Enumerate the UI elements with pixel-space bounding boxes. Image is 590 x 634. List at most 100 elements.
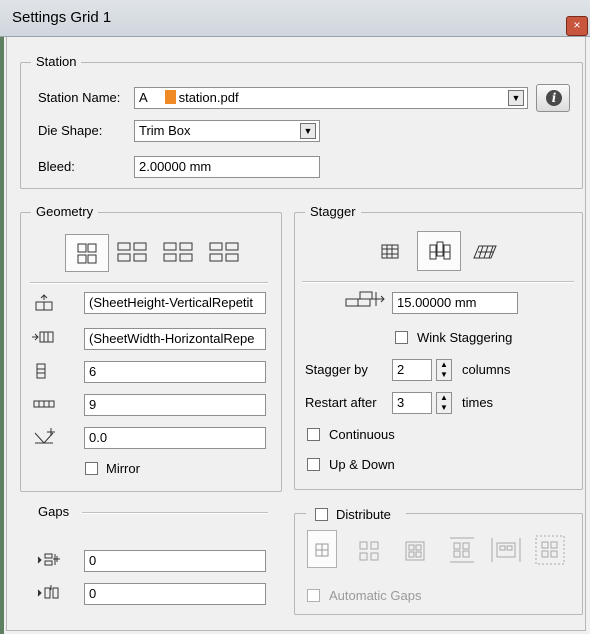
restart-after-label: Restart after bbox=[305, 395, 377, 410]
station-name-label: Station Name: bbox=[38, 90, 121, 105]
stagger-by-value: 2 bbox=[397, 362, 405, 377]
die-shape-value: Trim Box bbox=[139, 123, 191, 138]
up-down-label: Up & Down bbox=[329, 457, 395, 472]
stagger-by-input[interactable]: 2 bbox=[392, 359, 432, 381]
die-shape-label: Die Shape: bbox=[38, 123, 103, 138]
horizontal-gap-input[interactable]: 0 bbox=[84, 550, 266, 572]
stagger-rows-icon bbox=[473, 245, 497, 259]
horizontal-repeat-icon bbox=[31, 330, 55, 347]
automatic-gaps-checkbox[interactable] bbox=[307, 589, 320, 602]
restart-after-spinner[interactable]: ▲ ▼ bbox=[436, 392, 452, 414]
horizontal-repeat-value: (SheetWidth-HorizontalRepe bbox=[89, 331, 255, 346]
columns-value: 9 bbox=[89, 397, 97, 412]
layout-option-3[interactable] bbox=[158, 234, 202, 272]
mirror-label: Mirror bbox=[106, 461, 140, 476]
vertical-repeat-value: (SheetHeight-VerticalRepetit bbox=[89, 295, 254, 310]
stagger-offset-value: 15.00000 mm bbox=[397, 295, 477, 310]
chevron-down-icon: ▼ bbox=[303, 126, 313, 136]
layout-option-4[interactable] bbox=[204, 234, 248, 272]
distribute-label: Distribute bbox=[336, 507, 391, 522]
rows-input[interactable]: 6 bbox=[84, 361, 266, 383]
layout-option-1[interactable] bbox=[65, 234, 109, 272]
up-down-checkbox[interactable] bbox=[307, 458, 320, 471]
gaps-separator bbox=[82, 512, 268, 514]
stagger-by-label: Stagger by bbox=[305, 362, 368, 377]
vertical-repeat-input[interactable]: (SheetHeight-VerticalRepetit bbox=[84, 292, 266, 314]
distribute-all-margins-icon[interactable] bbox=[533, 533, 567, 570]
grid-icon bbox=[381, 244, 399, 259]
stagger-by-unit: columns bbox=[462, 362, 511, 377]
chevron-down-icon: ▼ bbox=[440, 370, 448, 379]
vertical-gap-input[interactable]: 0 bbox=[84, 583, 266, 605]
distribute-vertical-margins-icon[interactable] bbox=[448, 535, 476, 568]
station-file-name: station.pdf bbox=[178, 90, 239, 105]
geometry-separator bbox=[30, 282, 268, 284]
stagger-mode-grid[interactable] bbox=[372, 236, 408, 268]
distribute-grid-icon[interactable] bbox=[404, 540, 426, 565]
chevron-up-icon: ▲ bbox=[440, 360, 448, 369]
chevron-down-icon: ▼ bbox=[511, 93, 521, 103]
layout-2x2-variant-icon bbox=[163, 242, 193, 262]
columns-input[interactable]: 9 bbox=[84, 394, 266, 416]
chevron-down-icon: ▼ bbox=[440, 403, 448, 412]
window-title: Settings Grid 1 bbox=[12, 9, 112, 26]
wink-staggering-label: Wink Staggering bbox=[417, 330, 513, 345]
die-shape-select[interactable]: Trim Box bbox=[134, 120, 320, 142]
stagger-mode-columns[interactable] bbox=[417, 231, 461, 271]
layout-2x2-variant-icon bbox=[117, 242, 147, 262]
die-shape-dropdown-button[interactable]: ▼ bbox=[300, 123, 316, 139]
station-name-dropdown-button[interactable]: ▼ bbox=[508, 90, 524, 106]
distribute-horizontal-margins-icon[interactable] bbox=[489, 535, 523, 568]
close-icon: × bbox=[573, 18, 581, 32]
stagger-mode-rows[interactable] bbox=[466, 236, 502, 268]
bleed-label: Bleed: bbox=[38, 159, 75, 174]
angle-value: 0.0 bbox=[89, 430, 108, 445]
automatic-gaps-label: Automatic Gaps bbox=[329, 588, 422, 603]
columns-icon bbox=[32, 398, 56, 413]
angle-input[interactable]: 0.0 bbox=[84, 427, 266, 449]
pdf-file-icon bbox=[164, 90, 176, 104]
layout-option-2[interactable] bbox=[112, 234, 156, 272]
station-name-select[interactable]: A station.pdf bbox=[134, 87, 528, 109]
angle-icon bbox=[32, 427, 58, 450]
vertical-gap-icon bbox=[36, 584, 68, 605]
distribute-option-1[interactable] bbox=[307, 530, 337, 568]
vertical-repeat-icon bbox=[33, 294, 55, 315]
layout-2x2-icon bbox=[77, 243, 97, 264]
station-legend: Station bbox=[31, 54, 82, 70]
continuous-checkbox[interactable] bbox=[307, 428, 320, 441]
stagger-legend: Stagger bbox=[305, 204, 361, 220]
geometry-legend: Geometry bbox=[31, 204, 99, 220]
stagger-offset-icon bbox=[344, 290, 390, 313]
layout-2x2-variant-icon bbox=[209, 242, 239, 262]
station-name-value: A bbox=[139, 90, 147, 105]
vertical-gap-value: 0 bbox=[89, 586, 97, 601]
stagger-by-spinner[interactable]: ▲ ▼ bbox=[436, 359, 452, 381]
gaps-label: Gaps bbox=[38, 504, 70, 519]
stagger-columns-icon bbox=[429, 241, 451, 260]
horizontal-gap-icon bbox=[36, 551, 68, 572]
info-icon: i bbox=[546, 90, 562, 106]
restart-after-value: 3 bbox=[397, 395, 405, 410]
restart-after-unit: times bbox=[462, 395, 494, 410]
continuous-label: Continuous bbox=[329, 427, 395, 442]
info-button[interactable]: i bbox=[536, 84, 570, 112]
stagger-separator bbox=[302, 281, 574, 283]
bleed-input[interactable]: 2.00000 mm bbox=[134, 156, 320, 178]
close-button[interactable]: × bbox=[566, 16, 588, 36]
distribute-corners-icon[interactable] bbox=[358, 540, 380, 565]
stagger-offset-input[interactable]: 15.00000 mm bbox=[392, 292, 518, 314]
title-bar[interactable]: Settings Grid 1 × bbox=[0, 0, 590, 37]
bleed-value: 2.00000 mm bbox=[139, 159, 212, 174]
wink-staggering-checkbox[interactable] bbox=[395, 331, 408, 344]
rows-value: 6 bbox=[89, 364, 97, 379]
mirror-checkbox[interactable] bbox=[85, 462, 98, 475]
distribute-center-icon bbox=[315, 543, 329, 557]
window-edge bbox=[0, 36, 4, 634]
chevron-up-icon: ▲ bbox=[440, 393, 448, 402]
horizontal-repeat-input[interactable]: (SheetWidth-HorizontalRepe bbox=[84, 328, 266, 350]
restart-after-input[interactable]: 3 bbox=[392, 392, 432, 414]
horizontal-gap-value: 0 bbox=[89, 553, 97, 568]
distribute-checkbox[interactable] bbox=[315, 508, 328, 521]
rows-icon bbox=[34, 362, 48, 383]
